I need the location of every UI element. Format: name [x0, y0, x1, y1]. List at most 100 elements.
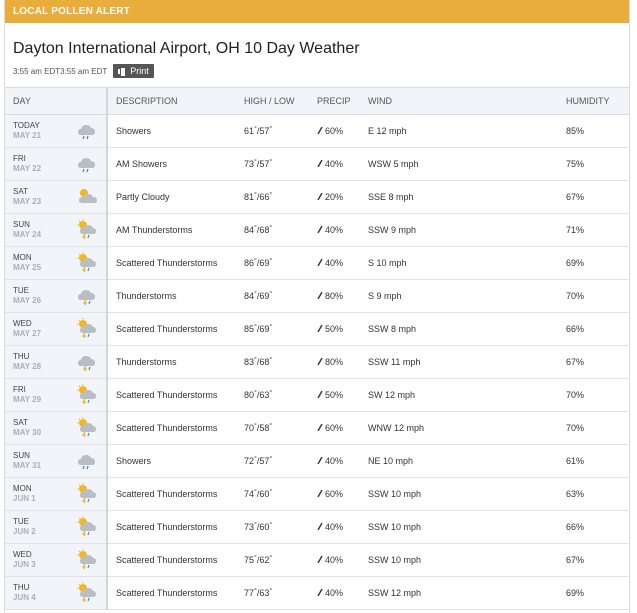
degree-symbol: ° — [269, 455, 273, 463]
day-cell[interactable]: THU MAY 28 — [5, 345, 108, 379]
day-cell[interactable]: SUN MAY 24 — [5, 213, 108, 247]
humidity-cell: 61% — [566, 444, 629, 478]
wind-cell: S 10 mph — [368, 246, 566, 280]
day-cell[interactable]: MON MAY 25 — [5, 246, 108, 280]
temp-low: 57 — [259, 455, 270, 466]
degree-symbol: ° — [254, 356, 257, 364]
day-date: MAY 31 — [13, 460, 42, 470]
degree-symbol: ° — [254, 191, 257, 199]
temp-low: 68 — [259, 356, 270, 367]
pollen-alert-bar[interactable]: LOCAL POLLEN ALERT — [5, 0, 629, 23]
degree-symbol: ° — [254, 158, 257, 166]
thunderstorm-icon — [76, 351, 98, 373]
sun-thunderstorm-icon — [76, 416, 98, 439]
temp-high: 73 — [244, 158, 255, 169]
day-cell[interactable]: SAT MAY 30 — [5, 411, 108, 445]
table-row[interactable]: FRI MAY 29 Scattered Thunderstorms 80°/63° 5… — [5, 378, 629, 412]
degree-symbol: ° — [269, 422, 273, 430]
raindrop-icon — [317, 522, 323, 530]
precip-value: 40% — [325, 158, 344, 169]
day-name: WED — [13, 318, 32, 328]
description-cell: Partly Cloudy — [107, 180, 244, 214]
temp-high: 84 — [244, 224, 255, 235]
wind-cell: NE 10 mph — [368, 444, 566, 478]
day-cell[interactable]: WED MAY 27 — [5, 312, 108, 346]
precip-cell: 50% — [317, 378, 368, 412]
table-row[interactable]: TUE JUN 2 Scattered Thunderstorms 73°/60° 40… — [5, 510, 629, 544]
col-header-description[interactable]: DESCRIPTION — [107, 88, 244, 115]
sun-thunderstorm-icon — [76, 383, 98, 406]
print-button[interactable]: Print — [113, 64, 154, 78]
sun-thunderstorm-icon — [76, 581, 98, 604]
day-cell[interactable]: MON JUN 1 — [5, 477, 108, 511]
precip-cell: 40% — [317, 444, 368, 478]
day-date: MAY 27 — [13, 328, 42, 338]
precip-value: 50% — [325, 389, 344, 400]
col-header-wind[interactable]: WIND — [368, 88, 566, 115]
table-row[interactable]: THU JUN 4 Scattered Thunderstorms 77°/63° 40… — [5, 576, 629, 610]
table-row[interactable]: SAT MAY 23 Partly Cloudy 81°/66° 20% SSE 8 mp… — [5, 180, 629, 214]
wind-cell: SSW 10 mph — [368, 477, 566, 511]
wind-cell: S 9 mph — [368, 279, 566, 313]
day-name: THU — [13, 582, 30, 592]
page-title: Dayton International Airport, OH 10 Day … — [13, 40, 360, 57]
temp-low: 69 — [259, 257, 270, 268]
description-cell: Scattered Thunderstorms — [107, 477, 244, 511]
day-cell[interactable]: TODAY MAY 21 — [5, 114, 108, 148]
description-cell: Scattered Thunderstorms — [107, 543, 244, 577]
day-cell[interactable]: FRI MAY 22 — [5, 147, 108, 181]
wind-cell: SSW 12 mph — [368, 576, 566, 610]
precip-value: 20% — [325, 191, 344, 202]
table-row[interactable]: TODAY MAY 21 Showers 61°/57° 60% E 12 mph 85% — [5, 114, 629, 148]
degree-symbol: ° — [269, 389, 273, 397]
description-cell: Scattered Thunderstorms — [107, 246, 244, 280]
raindrop-icon — [317, 357, 323, 365]
description-cell: Scattered Thunderstorms — [107, 411, 244, 445]
table-row[interactable]: WED JUN 3 Scattered Thunderstorms 75°/62° 40… — [5, 543, 629, 577]
humidity-cell: 85% — [566, 114, 629, 148]
temp-cell: 80°/63° — [244, 378, 317, 412]
degree-symbol: ° — [254, 323, 257, 331]
col-header-precip[interactable]: PRECIP — [317, 88, 368, 115]
day-cell[interactable]: THU JUN 4 — [5, 576, 108, 610]
table-row[interactable]: SAT MAY 30 Scattered Thunderstorms 70°/58° 6… — [5, 411, 629, 445]
precip-cell: 60% — [317, 411, 368, 445]
table-row[interactable]: FRI MAY 22 AM Showers 73°/57° 40% WSW 5 mph 75… — [5, 147, 629, 181]
wind-cell: WNW 12 mph — [368, 411, 566, 445]
description-cell: Scattered Thunderstorms — [107, 378, 244, 412]
day-date: JUN 2 — [13, 526, 36, 536]
precip-value: 60% — [325, 488, 344, 499]
table-row[interactable]: MON JUN 1 Scattered Thunderstorms 74°/60° 60… — [5, 477, 629, 511]
col-header-day[interactable]: DAY — [5, 88, 108, 115]
temp-low: 69 — [259, 323, 270, 334]
raindrop-icon — [317, 291, 323, 299]
day-name: SAT — [13, 186, 28, 196]
table-row[interactable]: SUN MAY 24 AM Thunderstorms 84°/68° 40% SSW 9… — [5, 213, 629, 247]
col-header-humidity[interactable]: HUMIDITY — [566, 88, 629, 115]
temp-cell: 72°/57° — [244, 444, 317, 478]
wind-cell: SSW 10 mph — [368, 543, 566, 577]
temp-low: 66 — [259, 191, 270, 202]
pollen-alert-label[interactable]: LOCAL POLLEN ALERT — [13, 6, 130, 17]
table-row[interactable]: TUE MAY 26 Thunderstorms 84°/69° 80% S 9 mph 7… — [5, 279, 629, 313]
day-cell[interactable]: WED JUN 3 — [5, 543, 108, 577]
wind-cell: SW 12 mph — [368, 378, 566, 412]
table-row[interactable]: THU MAY 28 Thunderstorms 83°/68° 80% SSW 11 m… — [5, 345, 629, 379]
degree-symbol: ° — [269, 191, 273, 199]
temp-low: 57 — [259, 125, 270, 136]
table-row[interactable]: MON MAY 25 Scattered Thunderstorms 86°/69° 4… — [5, 246, 629, 280]
col-header-highlow[interactable]: HIGH / LOW — [244, 88, 317, 115]
sun-thunderstorm-icon — [76, 251, 98, 274]
forecast-header: Dayton International Airport, OH 10 Day … — [5, 23, 629, 88]
day-name: SUN — [13, 450, 30, 460]
forecast-panel: LOCAL POLLEN ALERT Dayton International … — [4, 0, 630, 613]
day-cell[interactable]: TUE JUN 2 — [5, 510, 108, 544]
description-cell: Thunderstorms — [107, 345, 244, 379]
day-cell[interactable]: SAT MAY 23 — [5, 180, 108, 214]
day-date: JUN 4 — [13, 592, 36, 602]
table-row[interactable]: SUN MAY 31 Showers 72°/57° 40% NE 10 mph 61% — [5, 444, 629, 478]
day-cell[interactable]: TUE MAY 26 — [5, 279, 108, 313]
day-cell[interactable]: FRI MAY 29 — [5, 378, 108, 412]
table-row[interactable]: WED MAY 27 Scattered Thunderstorms 85°/69° 5… — [5, 312, 629, 346]
day-cell[interactable]: SUN MAY 31 — [5, 444, 108, 478]
